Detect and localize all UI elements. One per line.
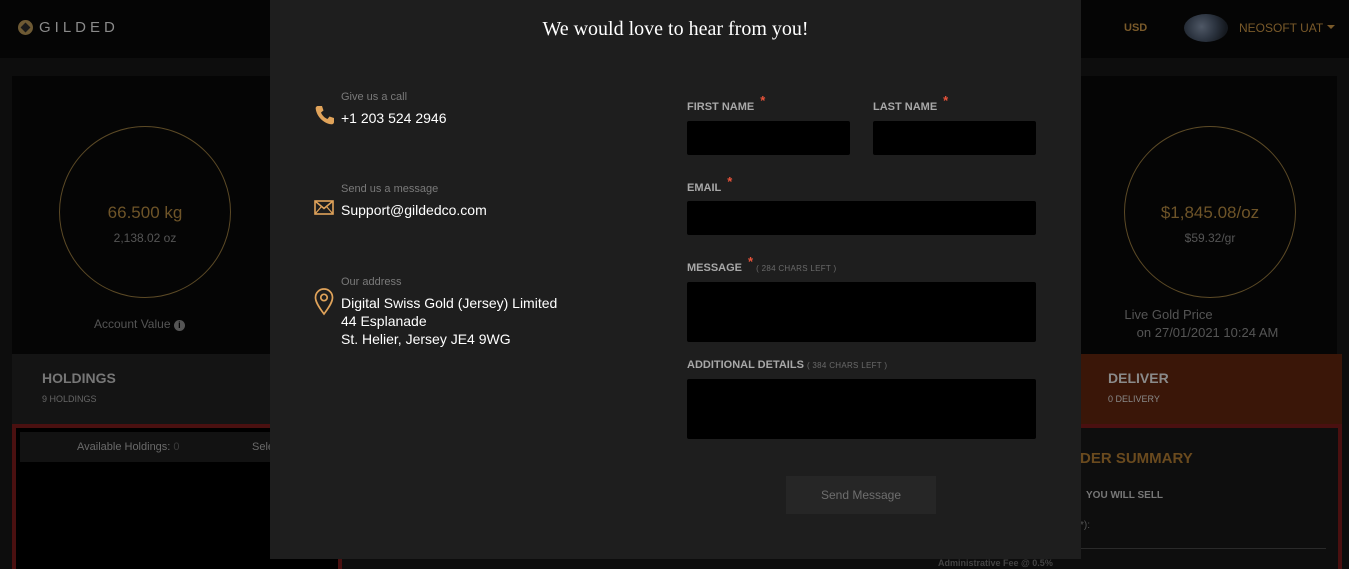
required-asterisk: * [943,93,949,108]
contact-us-modal: We would love to hear from you! Give us … [270,0,1081,559]
tab-holdings-count: 9 HOLDINGS [42,394,97,404]
account-weight-oz: 2,138.02 oz [113,231,177,245]
brand-name: GILDED [39,19,119,36]
gold-price-per-oz: $1,845.08/oz [1160,203,1260,222]
tab-deliver-count: 0 DELIVERY [1108,394,1160,404]
first-name-label-text: FIRST NAME [687,101,755,113]
account-value-label: Account Value [94,317,171,331]
phone-label: Give us a call [341,91,408,103]
administrative-fee-label: Administrative Fee @ 0.5% [938,558,1053,568]
available-holdings-count: 0 [173,441,180,453]
required-asterisk: * [760,93,766,108]
additional-details-textarea[interactable] [687,379,1036,439]
gilded-logo-icon [18,20,33,35]
required-asterisk: * [748,254,754,269]
envelope-icon [314,200,334,215]
last-name-label: LAST NAME * [873,93,948,113]
account-weight-kg: 66.500 kg [107,203,183,222]
send-message-button[interactable]: Send Message [786,476,936,514]
address-line-2: 44 Esplanade [341,313,427,329]
order-summary-title: DER SUMMARY [1080,450,1193,467]
summary-divider [1080,548,1326,549]
email-field-label: EMAIL * [687,174,732,194]
map-pin-icon [314,288,334,316]
tab-deliver-title: DELIVER [1108,370,1169,386]
brand-logo[interactable]: GILDED [18,19,119,36]
support-email-link[interactable]: Support@gildedco.com [341,201,487,219]
address-line-1: Digital Swiss Gold (Jersey) Limited [341,295,558,311]
available-holdings-label: Available Holdings: [77,441,171,453]
message-chars-left: ( 284 CHARS LEFT ) [756,264,837,273]
user-avatar[interactable] [1184,14,1228,42]
gold-price-per-gr: $59.32/gr [1184,231,1236,245]
email-input[interactable] [687,201,1036,235]
required-asterisk: * [727,174,733,189]
additional-details-label-text: ADDITIONAL DETAILS [687,359,804,371]
tab-holdings-title: HOLDINGS [42,370,116,386]
you-will-sell-label: YOU WILL SELL [1086,490,1164,501]
address-block: Digital Swiss Gold (Jersey) Limited 44 E… [341,294,557,348]
user-menu-dropdown[interactable]: NEOSOFT UAT [1239,21,1335,35]
info-icon[interactable]: i [173,320,185,331]
last-name-input[interactable] [873,121,1036,155]
currency-selector[interactable]: USD [1124,22,1147,34]
additional-details-label: ADDITIONAL DETAILS( 384 CHARS LEFT ) [687,359,887,371]
available-holdings: Available Holdings: 0 [77,441,180,453]
phone-number[interactable]: +1 203 524 2946 [341,109,447,127]
account-value-label-row: Account Value i [94,317,185,331]
modal-title: We would love to hear from you! [542,18,809,40]
message-textarea[interactable] [687,282,1036,342]
address-line-3: St. Helier, Jersey JE4 9WG [341,331,511,347]
first-name-input[interactable] [687,121,850,155]
email-field-label-text: EMAIL [687,182,722,194]
first-name-label: FIRST NAME * [687,93,765,113]
address-label: Our address [341,276,402,288]
message-field-label: MESSAGE *( 284 CHARS LEFT ) [687,254,837,274]
additional-chars-left: ( 384 CHARS LEFT ) [806,361,888,370]
email-label: Send us a message [341,183,439,195]
summary-field-label: *): [1080,520,1090,531]
account-value-ring: 66.500 kg 2,138.02 oz [59,126,231,298]
last-name-label-text: LAST NAME [873,101,938,113]
order-summary-panel: DER SUMMARY YOU WILL SELL *): [1080,424,1342,569]
phone-icon [315,106,334,125]
tab-deliver[interactable]: DELIVER 0 DELIVERY [1080,354,1342,424]
gold-price-ring: $1,845.08/oz $59.32/gr [1124,126,1296,298]
message-field-label-text: MESSAGE [687,262,743,274]
